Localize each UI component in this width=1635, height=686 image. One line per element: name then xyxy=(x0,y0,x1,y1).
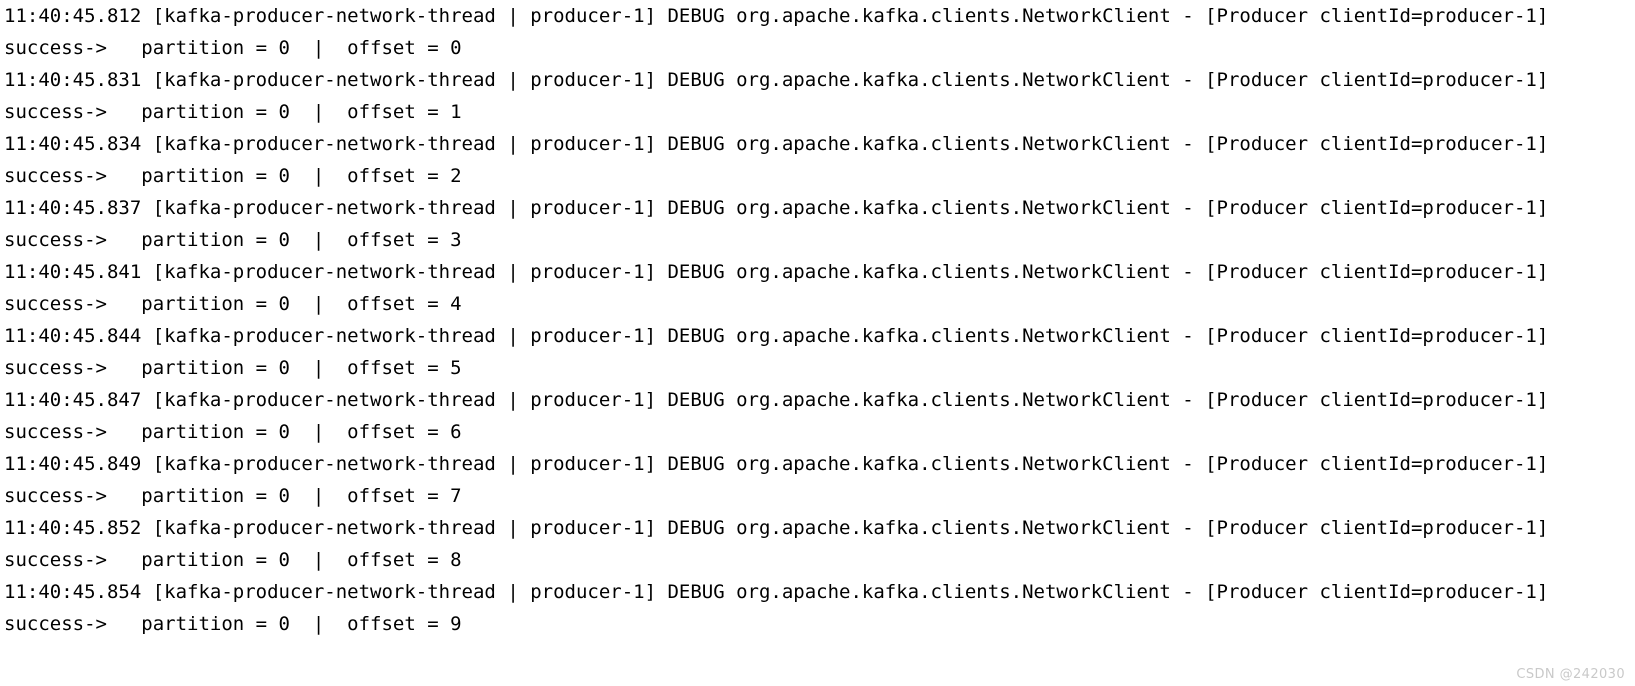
log-line-result: success-> partition = 0 | offset = 5 xyxy=(4,357,462,379)
log-line-result: success-> partition = 0 | offset = 0 xyxy=(4,37,462,59)
log-line-debug: 11:40:45.844 [kafka-producer-network-thr… xyxy=(4,325,1549,347)
log-line-result: success-> partition = 0 | offset = 3 xyxy=(4,229,462,251)
log-line-debug: 11:40:45.852 [kafka-producer-network-thr… xyxy=(4,517,1549,539)
log-line-result: success-> partition = 0 | offset = 9 xyxy=(4,613,462,635)
log-line-result: success-> partition = 0 | offset = 4 xyxy=(4,293,462,315)
log-line-result: success-> partition = 0 | offset = 7 xyxy=(4,485,462,507)
log-line-result: success-> partition = 0 | offset = 2 xyxy=(4,165,462,187)
log-line-debug: 11:40:45.831 [kafka-producer-network-thr… xyxy=(4,69,1549,91)
log-line-result: success-> partition = 0 | offset = 1 xyxy=(4,101,462,123)
log-line-debug: 11:40:45.854 [kafka-producer-network-thr… xyxy=(4,581,1549,603)
csdn-watermark: CSDN @242030 xyxy=(1516,667,1625,682)
log-line-debug: 11:40:45.841 [kafka-producer-network-thr… xyxy=(4,261,1549,283)
log-line-debug: 11:40:45.849 [kafka-producer-network-thr… xyxy=(4,453,1549,475)
log-line-result: success-> partition = 0 | offset = 8 xyxy=(4,549,462,571)
console-output-pane[interactable]: 11:40:45.812 [kafka-producer-network-thr… xyxy=(0,0,1635,686)
log-line-debug: 11:40:45.847 [kafka-producer-network-thr… xyxy=(4,389,1549,411)
log-line-debug: 11:40:45.812 [kafka-producer-network-thr… xyxy=(4,5,1549,27)
log-line-result: success-> partition = 0 | offset = 6 xyxy=(4,421,462,443)
log-line-debug: 11:40:45.834 [kafka-producer-network-thr… xyxy=(4,133,1549,155)
log-line-list: 11:40:45.812 [kafka-producer-network-thr… xyxy=(4,0,1635,640)
log-line-debug: 11:40:45.837 [kafka-producer-network-thr… xyxy=(4,197,1549,219)
